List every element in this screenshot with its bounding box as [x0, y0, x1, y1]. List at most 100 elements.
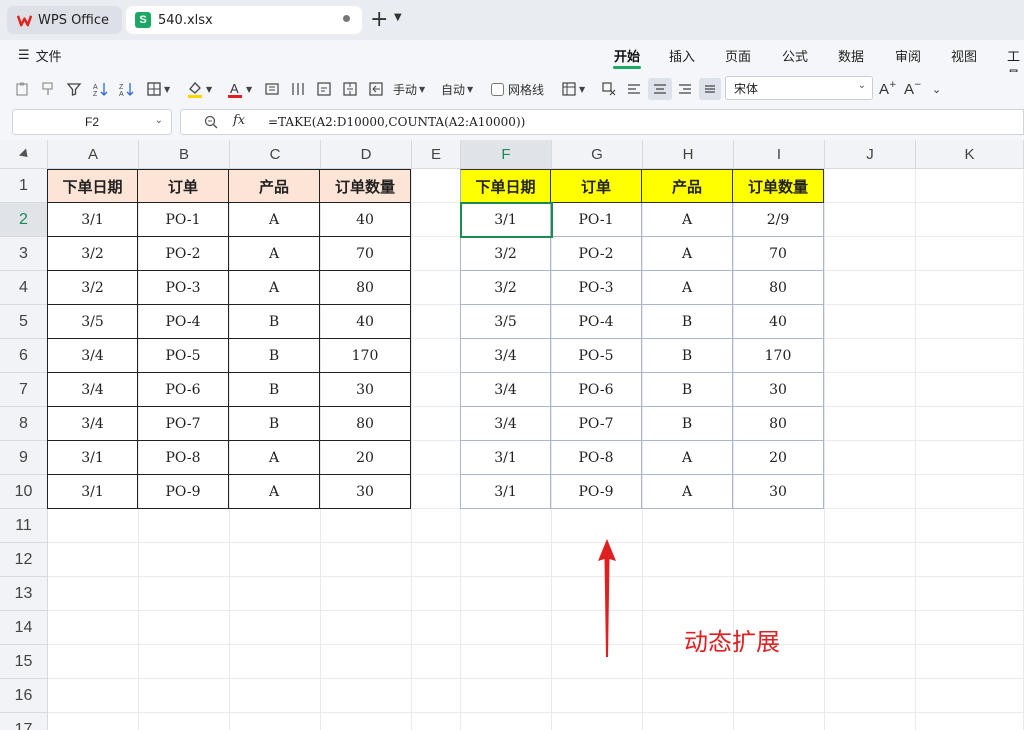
table-cell[interactable]: 80 [733, 271, 824, 305]
table-cell[interactable]: 3/1 [460, 475, 551, 509]
tab-formulas[interactable]: 公式 [782, 46, 808, 65]
name-box[interactable]: F2 ⌄ [12, 109, 172, 135]
font-color-button[interactable]: A ▼ [226, 78, 252, 100]
row-header-6[interactable]: 6 [0, 339, 48, 373]
table-cell[interactable]: PO-1 [551, 203, 642, 237]
table-cell[interactable]: PO-6 [551, 373, 642, 407]
table-cell[interactable]: B [229, 373, 320, 407]
wrap-text-icon[interactable] [316, 78, 332, 100]
column-header-i[interactable]: I [734, 140, 825, 169]
column-header-j[interactable]: J [825, 140, 916, 169]
header-cell[interactable]: 订单 [551, 169, 642, 203]
align-middle-icon[interactable] [699, 78, 721, 100]
columns-icon[interactable] [290, 78, 306, 100]
row-header-3[interactable]: 3 [0, 237, 48, 271]
decrease-font-icon[interactable]: A − [904, 78, 922, 100]
increase-font-icon[interactable]: A + [879, 78, 897, 100]
table-cell[interactable]: 40 [320, 203, 411, 237]
table-cell[interactable]: 40 [733, 305, 824, 339]
table-cell[interactable]: A [642, 203, 733, 237]
header-cell[interactable]: 订单 [138, 169, 229, 203]
formula-input[interactable]: fx =TAKE(A2:D10000,COUNTA(A2:A10000)) [180, 109, 1024, 135]
header-cell[interactable]: 产品 [229, 169, 320, 203]
table-cell[interactable]: 80 [733, 407, 824, 441]
row-header-16[interactable]: 16 [0, 679, 48, 713]
spreadsheet-grid[interactable]: A B C D E F G H I J K 1 2 3 4 5 6 7 8 9 10 11 12 13 14 15 16 17 下单日期… [0, 140, 1024, 730]
header-cell[interactable]: 订单数量 [320, 169, 411, 203]
table-cell[interactable]: 3/4 [460, 339, 551, 373]
tab-wps-office[interactable]: WPS Office [7, 6, 122, 34]
table-cell[interactable]: PO-5 [551, 339, 642, 373]
table-cell[interactable]: B [229, 407, 320, 441]
table-cell[interactable]: 30 [733, 373, 824, 407]
header-cell[interactable]: 下单日期 [47, 169, 138, 203]
column-header-b[interactable]: B [139, 140, 230, 169]
table-cell[interactable]: 3/4 [47, 373, 138, 407]
tab-home[interactable]: 开始 [614, 46, 640, 65]
table-cell[interactable]: A [229, 237, 320, 271]
table-cell[interactable]: B [642, 305, 733, 339]
tab-data[interactable]: 数据 [838, 46, 864, 65]
header-cell[interactable]: 产品 [642, 169, 733, 203]
header-cell[interactable]: 下单日期 [460, 169, 551, 203]
table-cell[interactable]: PO-2 [138, 237, 229, 271]
table-cell[interactable]: A [642, 237, 733, 271]
unsaved-dot-icon[interactable] [343, 15, 350, 22]
table-cell[interactable]: 2/9 [733, 203, 824, 237]
table-cell[interactable]: 20 [733, 441, 824, 475]
calculate-icon[interactable] [368, 78, 384, 100]
tab-page[interactable]: 页面 [725, 46, 751, 65]
column-header-a[interactable]: A [48, 140, 139, 169]
row-header-17[interactable]: 17 [0, 713, 48, 730]
table-cell[interactable]: 3/4 [460, 407, 551, 441]
row-header-5[interactable]: 5 [0, 305, 48, 339]
row-header-10[interactable]: 10 [0, 475, 48, 509]
table-style-button[interactable]: ▼ [561, 78, 585, 100]
row-header-14[interactable]: 14 [0, 611, 48, 645]
table-cell[interactable]: 30 [320, 475, 411, 509]
table-cell[interactable]: PO-8 [138, 441, 229, 475]
header-cell[interactable]: 订单数量 [733, 169, 824, 203]
table-cell[interactable]: PO-7 [138, 407, 229, 441]
font-name-select[interactable]: 宋体 ⌄ [725, 76, 873, 100]
table-cell[interactable]: PO-8 [551, 441, 642, 475]
column-header-g[interactable]: G [552, 140, 643, 169]
row-header-15[interactable]: 15 [0, 645, 48, 679]
tab-insert[interactable]: 插入 [669, 46, 695, 65]
table-cell[interactable]: 80 [320, 271, 411, 305]
table-cell[interactable]: PO-6 [138, 373, 229, 407]
row-header-4[interactable]: 4 [0, 271, 48, 305]
table-cell[interactable]: 20 [320, 441, 411, 475]
row-header-9[interactable]: 9 [0, 441, 48, 475]
table-cell[interactable]: 3/1 [460, 203, 551, 237]
table-cell[interactable]: PO-9 [138, 475, 229, 509]
table-cell[interactable]: PO-7 [551, 407, 642, 441]
table-cell[interactable]: PO-3 [138, 271, 229, 305]
tab-list-chevron-icon[interactable]: ▼ [394, 12, 402, 23]
auto-calc-button[interactable]: 自动 ▼ [441, 78, 473, 100]
fx-icon[interactable]: fx [233, 113, 245, 128]
column-header-k[interactable]: K [916, 140, 1024, 169]
filter-icon[interactable] [66, 78, 82, 100]
table-cell[interactable]: PO-4 [138, 305, 229, 339]
table-cell[interactable]: B [642, 407, 733, 441]
zoom-icon[interactable] [203, 114, 219, 130]
row-header-1[interactable]: 1 [0, 169, 48, 203]
row-header-13[interactable]: 13 [0, 577, 48, 611]
sort-ascending-icon[interactable]: AZ [92, 78, 108, 100]
table-cell[interactable]: 3/4 [47, 407, 138, 441]
column-header-d[interactable]: D [321, 140, 412, 169]
table-cell[interactable]: 3/4 [47, 339, 138, 373]
table-cell[interactable]: A [229, 271, 320, 305]
table-cell[interactable]: 70 [320, 237, 411, 271]
column-header-h[interactable]: H [643, 140, 734, 169]
table-cell[interactable]: B [229, 339, 320, 373]
file-menu-button[interactable]: ☰ 文件 [18, 46, 62, 65]
table-cell[interactable]: 30 [320, 373, 411, 407]
table-cell[interactable]: 3/2 [460, 271, 551, 305]
table-cell[interactable]: B [642, 339, 733, 373]
new-tab-plus-icon[interactable]: + [370, 7, 388, 33]
table-cell[interactable]: 80 [320, 407, 411, 441]
borders-button[interactable]: ▼ [146, 78, 170, 100]
tab-file[interactable]: S 540.xlsx [126, 6, 362, 34]
